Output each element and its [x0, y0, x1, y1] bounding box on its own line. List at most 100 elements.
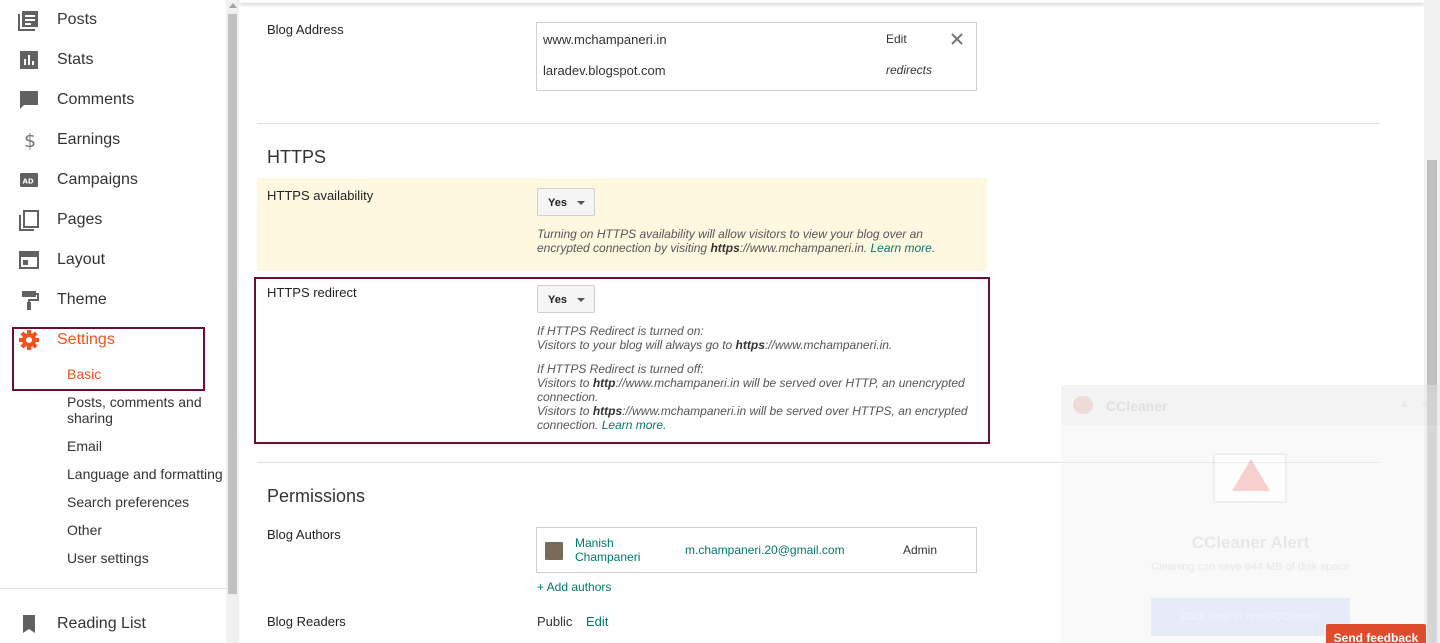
send-feedback-button[interactable]: Send feedback: [1326, 624, 1426, 643]
help-text: ://www.mchampaneri.in will be served ove…: [622, 404, 968, 418]
sidebar-item-label: Campaigns: [57, 171, 138, 188]
sidebar-item-posts[interactable]: Posts: [0, 0, 226, 40]
help-text: encrypted connection by visiting: [537, 241, 711, 255]
help-text: If HTTPS Redirect is turned off:: [537, 362, 704, 376]
chevron-down-icon: [577, 201, 585, 205]
help-text: ://www.mchampaneri.in.: [764, 338, 893, 352]
ccleaner-notification[interactable]: CCleaner ▲ × CCleaner Alert Cleaning can…: [1061, 385, 1440, 643]
ccleaner-header: CCleaner ▲ ×: [1061, 385, 1440, 425]
add-authors-link[interactable]: + Add authors: [537, 580, 611, 594]
sidebar: Posts Stats Comments $ Earnings AD Campa…: [0, 0, 226, 643]
section-divider: [257, 123, 1380, 124]
learn-more-link[interactable]: Learn more.: [602, 418, 667, 432]
posts-icon: [18, 11, 38, 31]
blog-address-label: Blog Address: [267, 22, 344, 37]
sidebar-item-label: Theme: [57, 291, 107, 308]
sidebar-item-pages[interactable]: Pages: [0, 200, 226, 240]
author-name-first: Manish: [575, 536, 614, 550]
theme-icon: [22, 291, 39, 310]
edit-domain-link[interactable]: Edit: [886, 32, 907, 46]
ccleaner-alert-text: Cleaning can save 644 MB of disk space: [1151, 561, 1350, 573]
author-name-link[interactable]: Manish Champaneri: [575, 536, 640, 564]
https-availability-select[interactable]: Yes: [537, 188, 595, 216]
stats-icon: [20, 51, 38, 69]
settings-sub-email[interactable]: Email: [67, 438, 227, 454]
svg-text:AD: AD: [23, 178, 34, 186]
settings-sub-posts-comments-sharing[interactable]: Posts, comments and sharing: [67, 394, 227, 426]
edit-readers-link[interactable]: Edit: [586, 614, 608, 629]
help-text: connection.: [537, 418, 602, 432]
blog-readers-value: Public: [537, 614, 573, 629]
help-text: ://www.mchampaneri.in.: [739, 241, 871, 255]
help-text: Visitors to your blog will always go to: [537, 338, 736, 352]
ccleaner-alert-title: CCleaner Alert: [1191, 533, 1310, 552]
sidebar-item-earnings[interactable]: $ Earnings: [0, 120, 226, 160]
help-text: Turning on HTTPS availability will allow…: [537, 227, 923, 241]
permissions-section-title: Permissions: [267, 486, 366, 506]
https-availability-label: HTTPS availability: [267, 188, 374, 203]
sidebar-item-reading-list[interactable]: Reading List: [0, 604, 226, 643]
https-redirect-label: HTTPS redirect: [267, 285, 357, 300]
layout-icon: [19, 251, 39, 269]
https-redirect-on-help: If HTTPS Redirect is turned on: Visitors…: [537, 324, 977, 352]
sidebar-item-comments[interactable]: Comments: [0, 80, 226, 120]
blog-authors-label: Blog Authors: [267, 527, 341, 542]
help-text: connection.: [537, 390, 599, 404]
avatar: [545, 542, 563, 560]
ccleaner-logo-icon: [1073, 396, 1093, 414]
author-role: Admin: [903, 543, 938, 557]
sidebar-divider: [0, 588, 226, 589]
help-text-bold: https: [592, 404, 623, 418]
comments-icon: [20, 91, 38, 109]
author-row: Manish Champaneri m.champaneri.20@gmail.…: [536, 527, 977, 573]
sidebar-item-stats[interactable]: Stats: [0, 40, 226, 80]
dollar-icon: $: [24, 130, 36, 151]
settings-sub-search-preferences[interactable]: Search preferences: [67, 494, 227, 510]
sidebar-item-theme[interactable]: Theme: [0, 280, 226, 320]
custom-domain: www.mchampaneri.in: [543, 32, 667, 47]
author-email-link[interactable]: m.champaneri.20@gmail.com: [685, 543, 845, 557]
blogspot-address: laradev.blogspot.com: [543, 63, 666, 78]
sidebar-item-label: Earnings: [57, 131, 121, 148]
sidebar-item-label: Layout: [57, 251, 106, 268]
chevron-down-icon: [577, 298, 585, 302]
header-shadow: [240, 0, 1424, 3]
https-section-title: HTTPS: [267, 147, 327, 167]
help-text: ://www.mchampaneri.in will be served ove…: [615, 376, 965, 390]
https-availability-help: Turning on HTTPS availability will allow…: [537, 227, 977, 255]
settings-sub-user-settings[interactable]: User settings: [67, 550, 227, 566]
settings-highlight-box: [12, 327, 205, 391]
sidebar-item-label: Stats: [57, 51, 94, 68]
svg-text:$: $: [24, 130, 36, 151]
select-value: Yes: [548, 197, 567, 209]
bookmark-icon: [23, 615, 35, 633]
scroll-up-arrow-icon[interactable]: [229, 3, 237, 8]
learn-more-link[interactable]: Learn more.: [870, 241, 935, 255]
blog-readers-label: Blog Readers: [267, 614, 346, 629]
https-redirect-off-help: If HTTPS Redirect is turned off: Visitor…: [537, 362, 977, 432]
sidebar-item-label: Reading List: [57, 615, 146, 632]
close-icon[interactable]: [951, 33, 963, 45]
author-name-last: Champaneri: [575, 550, 641, 564]
sidebar-item-label: Comments: [57, 91, 135, 108]
campaigns-icon: AD: [20, 173, 38, 187]
blog-address-box: www.mchampaneri.in Edit laradev.blogspot…: [536, 22, 977, 91]
settings-sub-other[interactable]: Other: [67, 522, 227, 538]
sidebar-item-label: Posts: [57, 11, 98, 28]
select-value: Yes: [548, 294, 567, 306]
sidebar-item-label: Pages: [57, 211, 103, 228]
sidebar-item-layout[interactable]: Layout: [0, 240, 226, 280]
help-text-bold: http: [592, 376, 616, 390]
redirects-text: redirects: [886, 63, 933, 77]
open-ccleaner-button[interactable]: Click here to open CCleaner: [1151, 598, 1350, 636]
help-text-bold: https: [735, 338, 765, 352]
help-text: Visitors to: [537, 376, 593, 390]
settings-sub-language-formatting[interactable]: Language and formatting: [67, 466, 227, 482]
https-redirect-select[interactable]: Yes: [537, 285, 595, 313]
warning-window-icon: [1213, 453, 1287, 503]
sidebar-item-campaigns[interactable]: AD Campaigns: [0, 160, 226, 200]
close-icon[interactable]: ×: [1421, 398, 1427, 410]
help-text-bold: https: [710, 241, 740, 255]
pin-icon[interactable]: ▲: [1399, 398, 1410, 410]
sidebar-scrollbar-thumb[interactable]: [228, 14, 237, 594]
